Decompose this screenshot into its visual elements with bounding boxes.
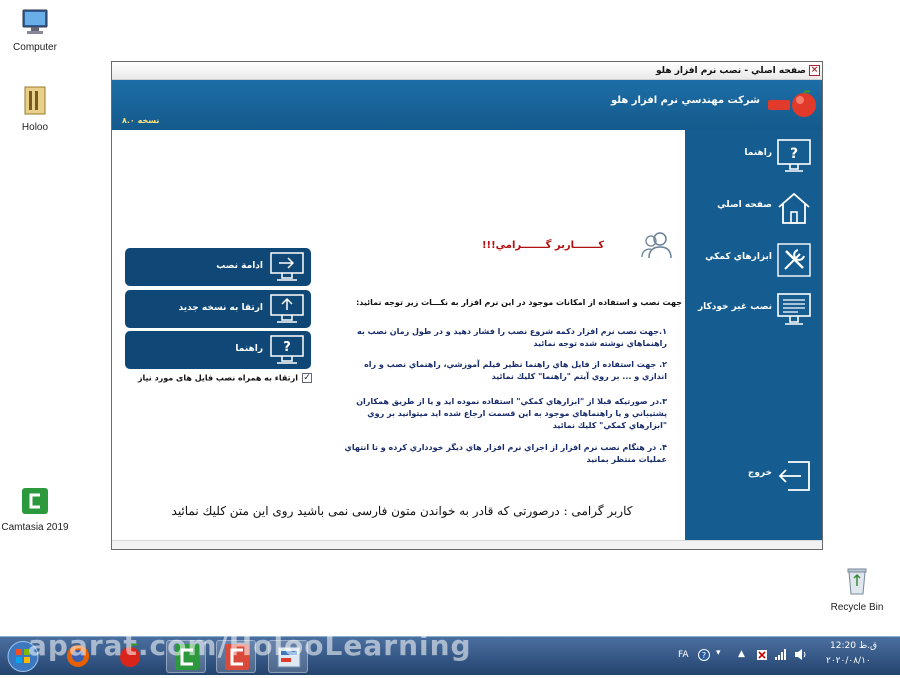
recycle-bin-icon — [847, 568, 867, 595]
button-label: ارتقا به نسخه جديد — [178, 303, 264, 313]
sidebar-item-label: ابزارهاي كمكي — [705, 252, 772, 262]
sidebar-item-tools[interactable]: ابزارهاي كمكي — [685, 236, 822, 282]
install-arrow-icon — [270, 252, 304, 281]
holoo-logo-icon — [768, 90, 816, 117]
desktop-icon-camtasia[interactable]: Camtasia 2019 — [0, 486, 70, 533]
language-help-link[interactable]: كاربر گرامی : درصورتی كه قادر به خواندن … — [167, 504, 637, 518]
sidebar-item-exit[interactable]: خروج — [685, 452, 822, 498]
tools-icon — [777, 243, 811, 277]
svg-text:?: ? — [790, 146, 798, 162]
sidebar-item-home[interactable]: صفحه اصلي — [685, 184, 822, 230]
button-label: ادامة نصب — [216, 261, 263, 271]
holoo-folder-icon — [24, 86, 46, 115]
desktop-icon-recycle-bin[interactable]: Recycle Bin — [822, 566, 892, 613]
window-title: صفحه اصلي - نصب نرم افزار هلو — [656, 66, 806, 76]
sidebar-item-label: نصب غير خودكار — [697, 302, 772, 312]
company-name: شركت مهندسي نرم افزار هلو — [611, 95, 760, 106]
help-monitor-icon: ? — [777, 139, 811, 172]
computer-icon — [22, 9, 48, 34]
desktop-icon-computer[interactable]: Computer — [0, 8, 70, 53]
upgrade-button[interactable]: ارتقا به نسخه جديد — [125, 290, 311, 328]
checkbox-label: ارتقاء به همراه نصب فایل های مورد نیاز — [137, 373, 298, 383]
window-statusbar — [112, 540, 822, 549]
sidebar-item-label: خروج — [747, 468, 772, 478]
continue-install-button[interactable]: ادامة نصب — [125, 248, 311, 286]
button-label: راهنما — [235, 344, 263, 354]
sidebar-item-label: راهنما — [744, 148, 772, 158]
home-icon — [778, 192, 810, 224]
exit-icon — [778, 461, 810, 491]
sidebar-item-manual-install[interactable]: نصب غير خودكار — [685, 286, 822, 332]
sidebar-nav: ? راهنما صفحه اصلي ابزارهاي كمكي نصب غير… — [685, 130, 822, 540]
sidebar-item-label: صفحه اصلي — [717, 200, 772, 210]
desktop-icon-holoo[interactable]: Holoo — [0, 86, 70, 133]
desktop-icon-label: Recycle Bin — [830, 602, 884, 613]
upgrade-checkbox[interactable]: ✓ — [302, 373, 312, 383]
installer-window: صفحه اصلي - نصب نرم افزار هلو × شركت مهن… — [111, 61, 823, 550]
svg-text:?: ? — [283, 340, 291, 355]
users-icon — [641, 232, 672, 259]
help-icon: ? — [270, 335, 304, 364]
sidebar-item-help[interactable]: ? راهنما — [685, 132, 822, 178]
aparat-watermark: aparat.com/HolooLearning — [28, 629, 472, 662]
note-item: ۱.جهت نصب نرم افزار دكمه شروع نصب را فشا… — [357, 327, 667, 348]
desktop-icon-label: Computer — [13, 42, 57, 53]
desktop-icon-label: Camtasia 2019 — [1, 522, 69, 533]
help-button[interactable]: ? راهنما — [125, 331, 311, 369]
intro-text: جهت نصب و استفاده از امكانات موجود در اي… — [356, 298, 682, 307]
upgrade-checkbox-row[interactable]: ✓ ارتقاء به همراه نصب فایل های مورد نیاز — [126, 373, 312, 383]
dear-user-heading: كـــــــاربر گـــــــرامي!!! — [482, 240, 605, 251]
note-item: ۳.در صورتيكه قبلا از "ابزارهاي كمكي" است… — [356, 397, 667, 430]
content-area: كـــــــاربر گـــــــرامي!!! جهت نصب و ا… — [112, 130, 685, 540]
window-titlebar[interactable]: صفحه اصلي - نصب نرم افزار هلو × — [112, 62, 822, 80]
manual-install-icon — [777, 293, 811, 325]
note-item: ۴. در هنگام نصب نرم افزار از اجراي نرم ا… — [344, 443, 667, 464]
note-item: ۲. جهت استفاده از فايل هاي راهنما نظير ف… — [364, 360, 667, 381]
close-button[interactable]: × — [809, 65, 820, 76]
desktop-icon-label: Holoo — [21, 122, 49, 133]
header-banner: شركت مهندسي نرم افزار هلو نسخه ۸.۰ — [112, 80, 822, 130]
camtasia-icon — [22, 488, 48, 514]
version-label: نسخه ۸.۰ — [122, 116, 160, 125]
upgrade-icon — [270, 294, 304, 323]
